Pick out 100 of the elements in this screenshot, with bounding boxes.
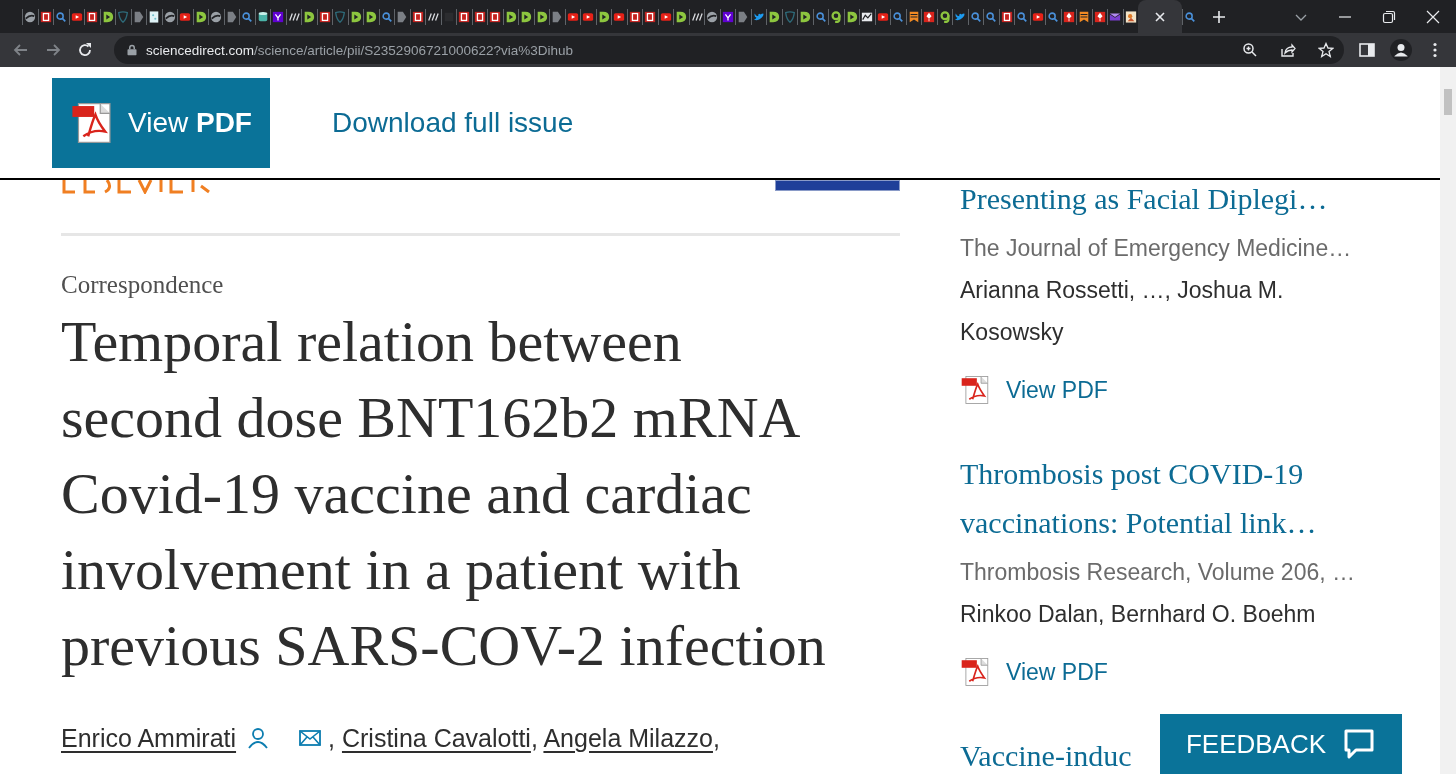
journal-cover[interactable] xyxy=(775,180,900,191)
square-logo-icon[interactable] xyxy=(644,10,657,23)
author-link[interactable]: Cristina Cavalotti xyxy=(341,724,531,752)
logo-icon[interactable] xyxy=(830,10,843,23)
author-link[interactable]: Enrico Ammirati xyxy=(61,724,237,752)
pin-icon[interactable] xyxy=(923,10,936,23)
image-icon[interactable] xyxy=(1124,10,1137,23)
play-icon[interactable] xyxy=(349,10,362,23)
play-icon[interactable] xyxy=(101,10,114,23)
search-icon[interactable] xyxy=(814,10,827,23)
side-panel-icon[interactable] xyxy=(1358,41,1376,59)
profile-icon[interactable] xyxy=(1390,39,1412,61)
search-icon[interactable] xyxy=(892,10,905,23)
square-logo-icon[interactable] xyxy=(473,10,486,23)
share-icon[interactable] xyxy=(1280,42,1296,58)
play-button-icon[interactable] xyxy=(876,10,889,23)
logo-icon[interactable] xyxy=(721,10,734,23)
chevron-icon[interactable] xyxy=(225,10,238,23)
play-button-icon[interactable] xyxy=(659,10,672,23)
person-icon[interactable] xyxy=(246,726,271,750)
pin-icon[interactable] xyxy=(1093,10,1106,23)
slash-icon[interactable] xyxy=(690,10,703,23)
search-icon[interactable] xyxy=(380,10,393,23)
view-pdf-link[interactable]: View PDF xyxy=(1006,658,1108,686)
globe-icon[interactable] xyxy=(24,10,37,23)
article-link[interactable]: Presenting as Facial Diplegi… xyxy=(960,180,1328,223)
author-names: Arianna Rossetti, …, Joshua M. Kosowsky xyxy=(960,276,1285,347)
play-icon[interactable] xyxy=(504,10,517,23)
search-icon[interactable] xyxy=(1184,10,1197,23)
square-logo-icon[interactable] xyxy=(1000,10,1013,23)
database-icon[interactable] xyxy=(256,10,269,23)
play-icon[interactable] xyxy=(535,10,548,23)
square-logo-icon[interactable] xyxy=(411,10,424,23)
chevron-icon[interactable] xyxy=(396,10,409,23)
search-icon[interactable] xyxy=(55,10,68,23)
bookmark-icon[interactable] xyxy=(907,10,920,23)
play-button-icon[interactable] xyxy=(613,10,626,23)
play-icon[interactable] xyxy=(799,10,812,23)
author-names: Rinkoo Dalan, Bernhard O. Boehm xyxy=(960,600,1317,629)
play-button-icon[interactable] xyxy=(566,10,579,23)
search-icon[interactable] xyxy=(1047,10,1060,23)
play-icon[interactable] xyxy=(520,10,533,23)
close-icon[interactable] xyxy=(1426,9,1440,24)
chevron-icon[interactable] xyxy=(132,10,145,23)
author-link[interactable]: Angela Milazzo xyxy=(543,724,713,752)
search-icon[interactable] xyxy=(1016,10,1029,23)
search-icon[interactable] xyxy=(969,10,982,23)
play-icon[interactable] xyxy=(194,10,207,23)
view-pdf-button[interactable]: View PDF xyxy=(52,77,270,168)
reload-icon[interactable] xyxy=(76,41,94,59)
slash-icon[interactable] xyxy=(287,10,300,23)
logo-icon[interactable] xyxy=(938,10,951,23)
download-link[interactable]: Download full issue xyxy=(332,106,574,139)
feedback-button[interactable]: FEEDBACK xyxy=(1160,714,1402,774)
chevron-icon[interactable] xyxy=(551,10,564,23)
search-icon[interactable] xyxy=(985,10,998,23)
separator: , xyxy=(712,724,720,752)
play-icon[interactable] xyxy=(675,10,688,23)
play-button-icon[interactable] xyxy=(70,10,83,23)
square-logo-icon[interactable] xyxy=(489,10,502,23)
globe-icon[interactable] xyxy=(706,10,719,23)
zoom-icon[interactable] xyxy=(1242,42,1258,58)
article-link[interactable]: Vaccine-induc xyxy=(960,731,1132,774)
maximize-icon[interactable] xyxy=(1382,9,1396,24)
square-logo-icon[interactable] xyxy=(458,10,471,23)
star-icon[interactable] xyxy=(1318,42,1334,58)
play-icon[interactable] xyxy=(768,10,781,23)
play-icon[interactable] xyxy=(597,10,610,23)
search-icon[interactable] xyxy=(241,10,254,23)
globe-icon[interactable] xyxy=(163,10,176,23)
article-title: Temporal relation between second dose BNT162b2 mRNA Covid-19 vaccine and cardiac involvement in a patient with previous SARS-COV-2 infection xyxy=(61,308,827,680)
play-icon[interactable] xyxy=(365,10,378,23)
lock-icon xyxy=(126,44,138,56)
address-bar[interactable]: sciencedirect.com/science/article/pii/S2352906721000622?via%3Dihub xyxy=(114,36,1344,64)
scrollbar[interactable] xyxy=(1440,67,1456,774)
chevron-icon[interactable] xyxy=(737,10,750,23)
play-button-icon[interactable] xyxy=(1031,10,1044,23)
active-tab[interactable] xyxy=(1138,0,1182,33)
pin-icon[interactable] xyxy=(1062,10,1075,23)
chat-icon xyxy=(1342,728,1377,760)
slash-icon[interactable] xyxy=(427,10,440,23)
play-button-icon[interactable] xyxy=(582,10,595,23)
play-button-icon[interactable] xyxy=(179,10,192,23)
separator: , xyxy=(328,724,335,752)
new-tab-icon[interactable] xyxy=(1211,9,1226,24)
bookmark-icon[interactable] xyxy=(1078,10,1091,23)
article-link[interactable]: Thrombosis post COVID-19 vaccinations: Potential link… xyxy=(960,449,1380,547)
square-logo-icon[interactable] xyxy=(39,10,52,23)
square-logo-icon[interactable] xyxy=(628,10,641,23)
square-logo-icon[interactable] xyxy=(86,10,99,23)
chart-icon[interactable] xyxy=(861,10,874,23)
close-icon[interactable] xyxy=(1154,10,1166,23)
play-icon[interactable] xyxy=(845,10,858,23)
logo-icon[interactable] xyxy=(272,10,285,23)
view-pdf-link[interactable]: View PDF xyxy=(1006,376,1108,404)
separator: , xyxy=(530,724,538,752)
play-icon[interactable] xyxy=(303,10,316,23)
document-icon[interactable] xyxy=(148,10,161,23)
globe-icon[interactable] xyxy=(210,10,223,23)
square-logo-icon[interactable] xyxy=(318,10,331,23)
